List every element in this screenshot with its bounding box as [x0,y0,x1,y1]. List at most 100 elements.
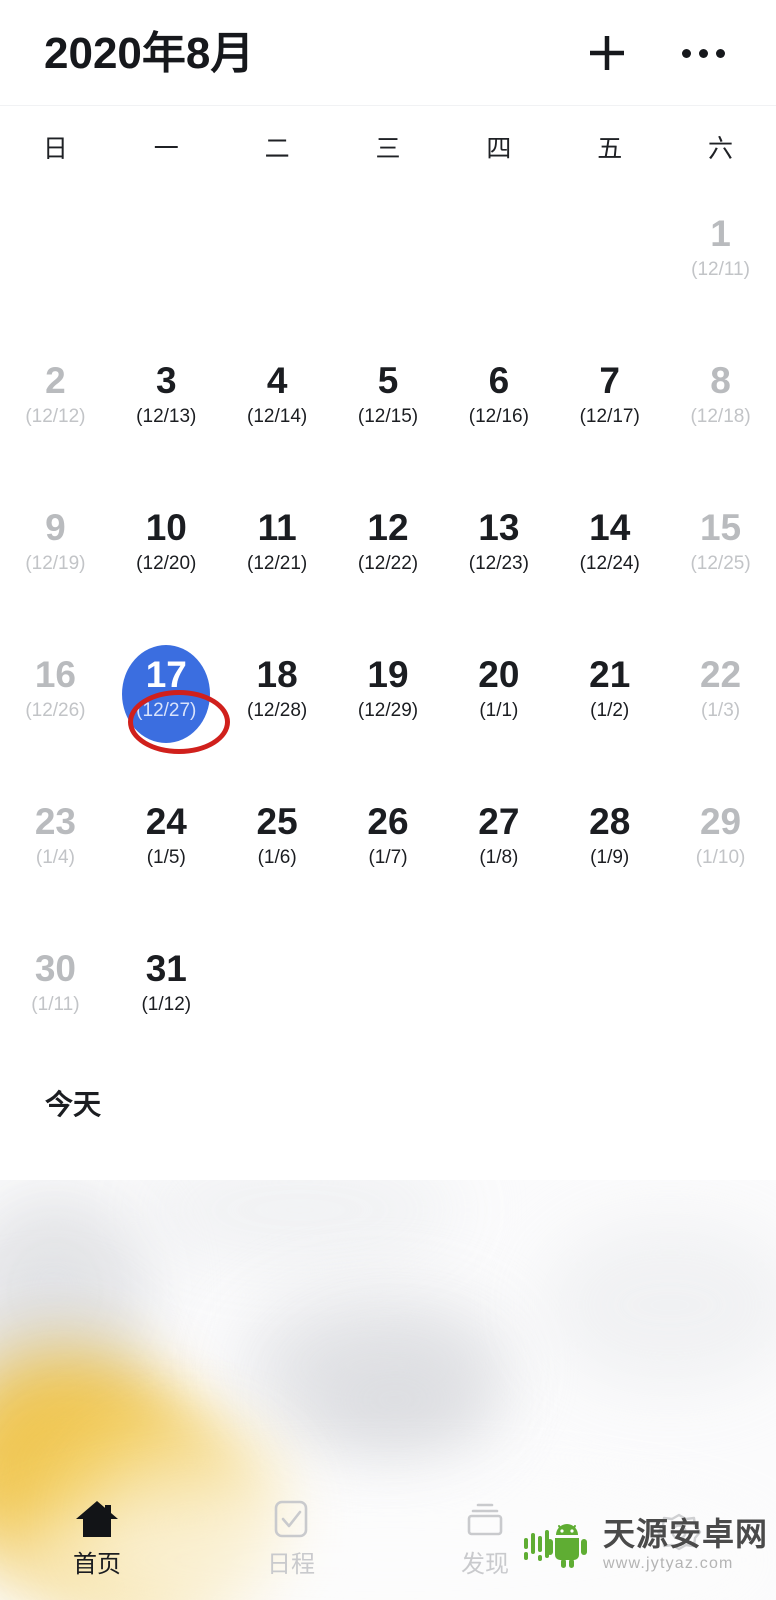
nav-item-discover[interactable]: 发现 [388,1491,582,1580]
day-number: 9 [45,507,66,548]
lunar-date-label: (1/10) [695,847,746,868]
lunar-date-label: (12/25) [690,553,751,574]
calendar-day-cell[interactable]: 12 (12/22) [333,490,444,637]
calendar-day-cell[interactable]: 7 (12/17) [554,343,665,490]
lunar-date-label: (1/9) [590,847,630,868]
calendar-day-cell[interactable]: 17 (12/27) [111,637,222,784]
calendar-cell-empty [333,931,444,1078]
lunar-date-label: (12/14) [247,406,308,427]
checkbox-icon [269,1497,313,1541]
calendar-day-cell[interactable]: 22 (1/3) [665,637,776,784]
calendar-cell-empty [443,196,554,343]
day-number: 1 [710,213,731,254]
home-icon [73,1497,121,1541]
day-number: 4 [266,360,288,401]
calendar-cell-empty [554,931,665,1078]
app-header: 2020年8月 [0,0,776,106]
day-number: 8 [710,360,731,401]
lunar-date-label: (1/7) [368,847,408,868]
lunar-date-label: (12/16) [468,406,529,427]
nav-label-discover: 发现 [461,1550,509,1578]
lunar-date-label: (1/4) [35,847,75,868]
day-number: 28 [589,801,631,842]
calendar-day-cell[interactable]: 29 (1/10) [665,784,776,931]
calendar-day-cell[interactable]: 6 (12/16) [443,343,554,490]
day-number: 29 [699,801,742,842]
lunar-date-label: (12/19) [25,553,86,574]
day-number: 14 [589,507,631,548]
calendar-cell-empty [443,931,554,1078]
calendar-day-cell[interactable]: 4 (12/14) [222,343,333,490]
weekday-mon: 一 [153,135,179,163]
calendar-day-cell[interactable]: 13 (12/23) [443,490,554,637]
calendar-day-cell[interactable]: 5 (12/15) [333,343,444,490]
header-actions [584,30,726,76]
day-number: 19 [367,654,409,695]
bottom-navigation-bar: 首页 日程 发现 [0,1470,776,1600]
lunar-date-label: (1/12) [141,994,192,1015]
lunar-date-label: (1/3) [701,700,741,721]
nav-item-schedule[interactable]: 日程 [194,1491,388,1580]
day-number: 18 [256,654,298,695]
calendar-day-cell[interactable]: 27 (1/8) [443,784,554,931]
nav-item-home[interactable]: 首页 [0,1491,194,1580]
calendar-day-cell[interactable]: 24 (1/5) [111,784,222,931]
weekday-sun: 日 [42,135,68,163]
lunar-date-label: (1/1) [479,700,519,721]
calendar-day-cell[interactable]: 14 (12/24) [554,490,665,637]
day-number: 24 [145,801,187,842]
calendar-day-cell[interactable]: 23 (1/4) [0,784,111,931]
lunar-date-label: (1/6) [257,847,297,868]
calendar-day-cell[interactable]: 19 (12/29) [333,637,444,784]
calendar-day-cell[interactable]: 26 (1/7) [333,784,444,931]
calendar-day-cell[interactable]: 10 (12/20) [111,490,222,637]
calendar-day-cell[interactable]: 28 (1/9) [554,784,665,931]
calendar-cell-empty [0,196,111,343]
calendar-day-cell[interactable]: 20 (1/1) [443,637,554,784]
calendar-day-cell[interactable]: 25 (1/6) [222,784,333,931]
weekday-tue: 二 [264,135,290,163]
day-number: 6 [488,360,510,401]
calendar-day-cell[interactable]: 15 (12/25) [665,490,776,637]
add-event-button[interactable] [584,30,630,76]
lunar-date-label: (12/27) [136,700,197,721]
calendar-day-cell[interactable]: 1 (12/11) [665,196,776,343]
lunar-date-label: (12/21) [247,553,308,574]
day-number: 20 [478,654,520,695]
calendar-day-cell[interactable]: 11 (12/21) [222,490,333,637]
calendar-day-cell[interactable]: 8 (12/18) [665,343,776,490]
lunar-date-label: (12/11) [691,259,750,280]
calendar-cell-empty [222,931,333,1078]
day-number: 27 [478,801,520,842]
lunar-date-label: (12/22) [357,553,419,574]
day-number: 12 [367,507,409,548]
calendar-day-cell[interactable]: 21 (1/2) [554,637,665,784]
calendar-day-cell[interactable]: 30 (1/11) [0,931,111,1078]
lunar-date-label: (12/13) [136,406,197,427]
day-number: 15 [699,507,742,548]
lunar-date-label: (1/2) [590,700,630,721]
calendar-cell-empty [333,196,444,343]
calendar-day-cell[interactable]: 31 (1/12) [111,931,222,1078]
lunar-date-label: (12/20) [136,553,197,574]
lunar-date-label: (1/5) [146,847,186,868]
cards-icon [461,1497,509,1541]
calendar-day-cell[interactable]: 16 (12/26) [0,637,111,784]
calendar-cell-empty [554,196,665,343]
calendar-day-cell[interactable]: 2 (12/12) [0,343,111,490]
calendar-day-cell[interactable]: 3 (12/13) [111,343,222,490]
lunar-date-label: (12/15) [357,406,419,427]
today-label[interactable]: 今天 [45,1085,101,1125]
lunar-date-label: (12/12) [25,406,86,427]
day-number: 26 [367,801,409,842]
day-number: 21 [589,654,631,695]
nav-item-settings[interactable] [582,1506,776,1565]
lunar-date-label: (12/29) [357,700,419,721]
calendar-app-screen: 2020年8月 日 一 二 三 四 五 六 1 (12/11) 2 (12/12) 3 (… [0,0,776,1600]
more-options-button[interactable] [680,30,726,76]
calendar-day-cell[interactable]: 18 (12/28) [222,637,333,784]
calendar-day-cell[interactable]: 9 (12/19) [0,490,111,637]
lunar-date-label: (12/17) [579,406,640,427]
day-number: 17 [145,654,187,695]
weekday-wed: 三 [375,135,401,163]
